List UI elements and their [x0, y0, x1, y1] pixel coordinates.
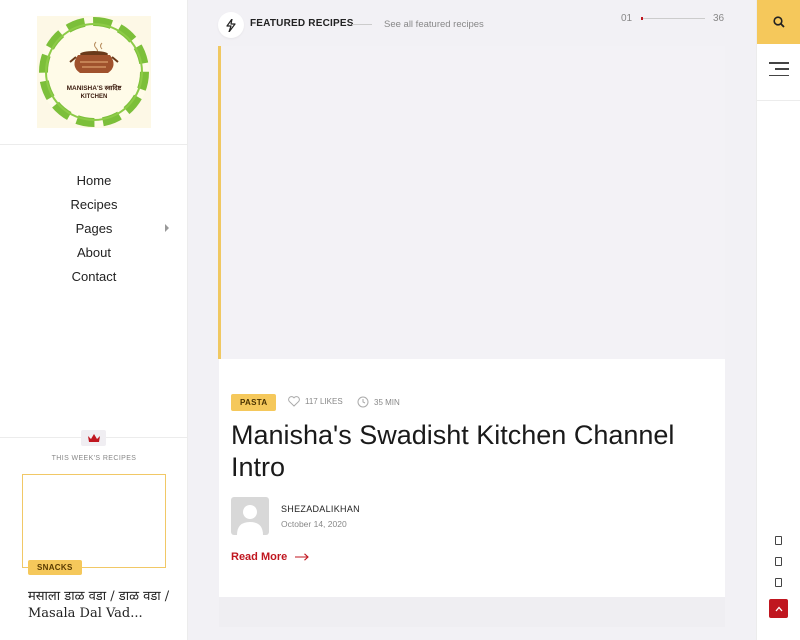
toolbar-divider — [757, 100, 800, 101]
nav-item-about[interactable]: About — [0, 240, 188, 264]
hamburger-menu-icon[interactable] — [769, 62, 789, 76]
slider-total-count: 36 — [713, 13, 725, 24]
site-logo[interactable]: MANISHA'S स्वादिष्ट KITCHEN — [37, 16, 151, 128]
week-title: THIS WEEK'S RECIPES — [51, 455, 137, 462]
featured-recipe-card: PASTA 117 LIKES 35 MIN Manisha's Swadish… — [219, 359, 725, 597]
nav-divider — [0, 144, 188, 145]
featured-title: FEATURED RECIPES — [250, 18, 354, 29]
search-icon — [773, 16, 785, 28]
social-icon-2[interactable] — [775, 557, 782, 566]
week-recipe-image[interactable] — [22, 474, 166, 568]
featured-dash — [352, 24, 372, 25]
category-badge[interactable]: PASTA — [231, 394, 277, 411]
nav-item-contact[interactable]: Contact — [0, 264, 188, 288]
cook-time: 35 MIN — [374, 397, 400, 407]
heart-icon — [288, 396, 300, 407]
nav-item-recipes[interactable]: Recipes — [0, 192, 188, 216]
logo-line-2: KITCHEN — [80, 94, 108, 100]
chevron-up-icon — [775, 606, 782, 611]
left-sidebar: MANISHA'S स्वादिष्ट KITCHEN Home Recipes… — [0, 0, 188, 640]
likes-count: 117 LIKES — [305, 397, 343, 406]
caret-right-icon[interactable] — [165, 224, 169, 232]
user-silhouette-icon — [237, 505, 263, 535]
post-date: October 14, 2020 — [281, 519, 347, 529]
scroll-to-top-button[interactable] — [769, 599, 788, 618]
time-meta: 35 MIN — [357, 396, 400, 408]
social-icon-3[interactable] — [775, 578, 782, 587]
slider-current-index: 01 — [621, 13, 633, 24]
nav-item-pages-label: Pages — [75, 220, 113, 236]
nav-item-pages[interactable]: Pages — [0, 216, 188, 240]
week-category-badge[interactable]: SNACKS — [28, 560, 82, 575]
right-toolbar — [756, 0, 800, 640]
logo-text: MANISHA'S स्वादिष्ट KITCHEN — [67, 84, 122, 102]
next-card-peek — [219, 597, 725, 627]
lightning-icon — [218, 12, 244, 38]
likes-meta[interactable]: 117 LIKES — [288, 396, 343, 407]
arrow-right-icon — [295, 553, 310, 561]
clay-pot-icon — [69, 41, 119, 73]
logo-ring: MANISHA'S स्वादिष्ट KITCHEN — [39, 17, 149, 127]
week-recipe-title[interactable]: मसाला डाळ वडा / डाळ वडा / Masala Dal Vad… — [28, 588, 178, 622]
nav-item-home[interactable]: Home — [0, 168, 188, 192]
logo-line-1: MANISHA'S स्वादिष्ट — [66, 85, 122, 92]
social-icon-1[interactable] — [775, 536, 782, 545]
author-name[interactable]: SHEZADALIKHAN — [281, 504, 360, 514]
see-all-featured-link[interactable]: See all featured recipes — [384, 19, 484, 30]
clock-icon — [357, 396, 369, 408]
slider-progress-track — [641, 17, 705, 20]
main-nav: Home Recipes Pages About Contact — [0, 168, 188, 288]
read-more-label: Read More — [231, 551, 288, 563]
recipe-title[interactable]: Manisha's Swadisht Kitchen Channel Intro — [231, 419, 721, 483]
search-button[interactable] — [757, 0, 800, 44]
author-avatar[interactable] — [231, 497, 269, 535]
featured-recipe-image[interactable] — [218, 46, 725, 359]
crown-icon — [81, 430, 106, 446]
slider-progress-fill — [641, 17, 643, 20]
read-more-link[interactable]: Read More — [231, 551, 310, 563]
